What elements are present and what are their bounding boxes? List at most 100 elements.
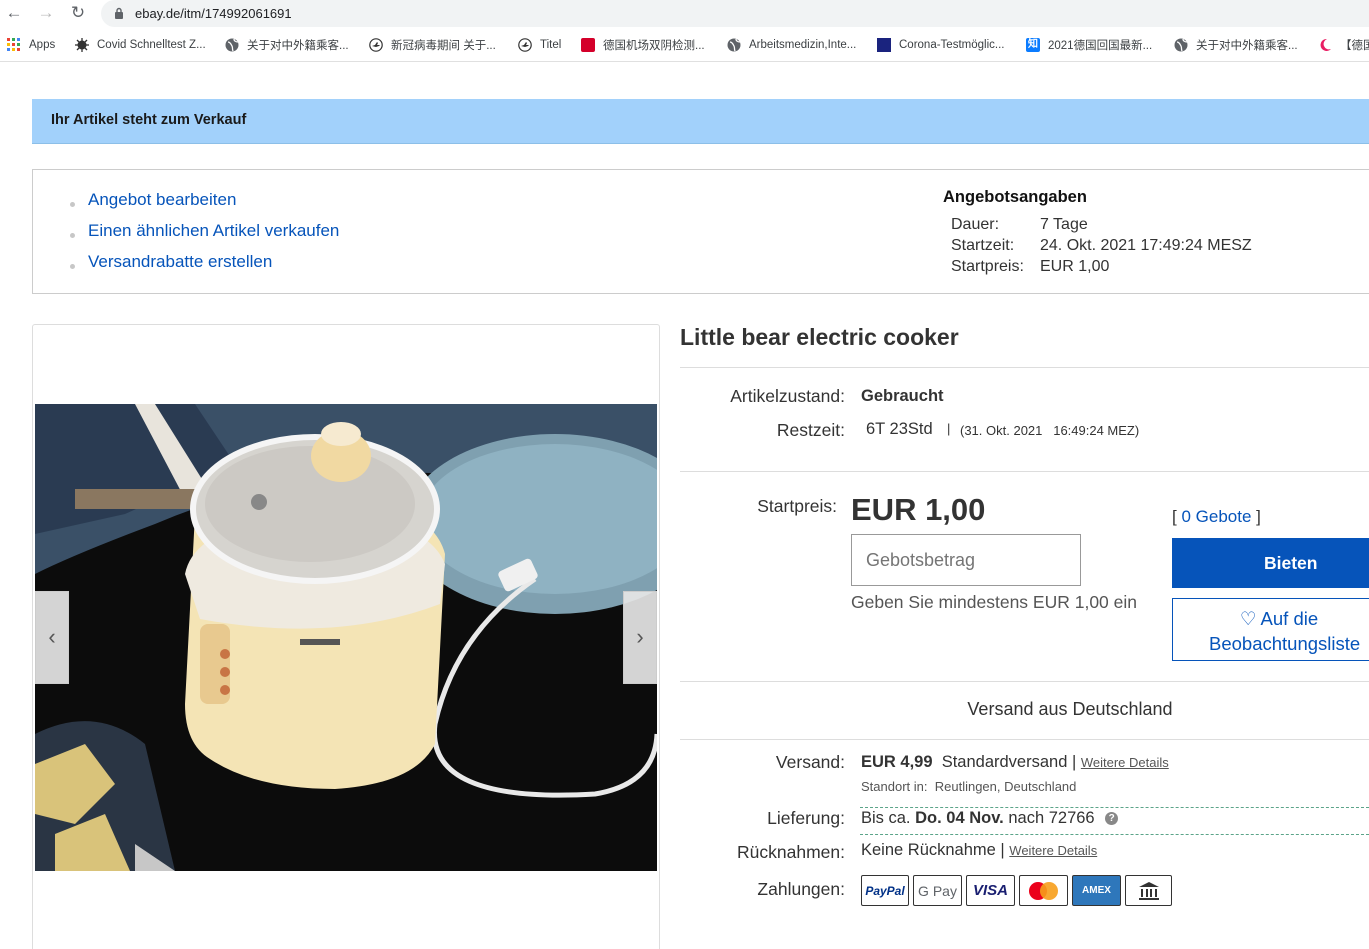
bookmark-label: Titel (540, 39, 562, 51)
bookmark-label: 德国机场双阴检测... (603, 40, 705, 52)
delivery-estimate: Bis ca. Do. 04 Nov. nach 72766 ? (861, 809, 1119, 828)
bid-count: [ 0 Gebote ] (1172, 507, 1261, 527)
sell-similar-link[interactable]: Einen ähnlichen Artikel verkaufen (68, 221, 339, 252)
bookmark-label: 2021德国回国最新... (1048, 40, 1153, 52)
browser-chrome: ← → ↻ ebay.de/itm/174992061691 Apps Covi… (0, 0, 1369, 62)
action-list: Angebot bearbeiten Einen ähnlichen Artik… (68, 190, 339, 283)
visa-icon: VISA (966, 875, 1015, 906)
globe-icon (727, 38, 741, 52)
offer-info-value: 24. Okt. 2021 17:49:24 MESZ (1040, 237, 1252, 254)
bookmark-item[interactable]: 【德国 (1318, 33, 1369, 57)
offer-info: Angebotsangaben Dauer: 7 Tage Startzeit: 2… (943, 188, 1252, 279)
amex-icon: AMEX (1072, 875, 1121, 906)
bookmark-item[interactable]: 关于对中外籍乘客... (1174, 33, 1298, 57)
returns-details-link[interactable]: Weitere Details (1009, 843, 1097, 858)
bookmark-item[interactable]: Corona-Testmöglic... (877, 33, 1004, 57)
returns-label: Rücknahmen: (737, 842, 845, 862)
bookmark-label: 关于对中外籍乘客... (1196, 40, 1298, 52)
bookmark-item[interactable]: Covid Schnelltest Z... (75, 33, 206, 57)
help-icon[interactable]: ? (1105, 812, 1119, 825)
apps-grid-icon (7, 38, 20, 51)
shipping-price: EUR 4,99 (861, 753, 933, 771)
divider (680, 681, 1369, 682)
lock-icon (115, 7, 123, 19)
payment-method-label: AMEX (1082, 885, 1111, 896)
prev-image-button[interactable]: ‹ (35, 591, 69, 684)
time-left-label: Restzeit: (776, 420, 845, 440)
globe-icon (1174, 38, 1188, 52)
bookmarks-bar: Apps Covid Schnelltest Z... 关于对中外籍乘客... … (0, 33, 1369, 57)
seller-actions-panel: Angebot bearbeiten Einen ähnlichen Artik… (32, 169, 1369, 294)
offer-info-value: EUR 1,00 (1040, 258, 1110, 275)
bookmark-label: Apps (29, 39, 56, 51)
bookmark-item[interactable]: 知 2021德国回国最新... (1026, 33, 1152, 57)
start-price: EUR 1,00 (851, 492, 986, 527)
chevron-left-icon: ‹ (48, 624, 56, 649)
image-gallery: ‹ › (32, 324, 660, 949)
payments-label: Zahlungen: (757, 879, 845, 899)
next-image-button[interactable]: › (623, 591, 657, 684)
bank-icon (1138, 881, 1159, 900)
status-banner: Ihr Artikel steht zum Verkauf (32, 99, 1369, 144)
bookmark-item[interactable]: Arbeitsmedizin,Inte... (727, 33, 856, 57)
condition-label: Artikelzustand: (730, 386, 845, 406)
offer-info-label: Startzeit: (951, 237, 1015, 254)
offer-info-label: Startpreis: (951, 258, 1024, 275)
offer-info-row: Startzeit: 24. Okt. 2021 17:49:24 MESZ (943, 237, 1252, 258)
cooker-illustration (35, 404, 657, 871)
airline-icon (369, 38, 383, 52)
product-photo[interactable] (35, 404, 657, 871)
reload-icon[interactable]: ↻ (69, 4, 87, 22)
mastercard-circle (1040, 881, 1058, 900)
offer-info-row: Dauer: 7 Tage (943, 216, 1252, 237)
condition-value: Gebraucht (861, 387, 944, 405)
globe-icon (225, 38, 239, 52)
chevron-right-icon: › (636, 624, 644, 649)
bookmark-item[interactable]: 关于对中外籍乘客... (225, 33, 349, 57)
mastercard-icon (1019, 875, 1068, 906)
edit-listing-link[interactable]: Angebot bearbeiten (68, 190, 339, 221)
bid-hint: Geben Sie mindestens EUR 1,00 ein (851, 592, 1137, 612)
bookmark-item[interactable]: Titel (518, 33, 561, 57)
bookmark-label: 新冠病毒期间 关于... (391, 40, 496, 52)
divider (680, 367, 1369, 368)
back-icon[interactable]: ← (5, 4, 23, 22)
ships-from: Versand aus Deutschland (967, 699, 1173, 719)
bookmark-item[interactable]: 新冠病毒期间 关于... (369, 33, 496, 57)
bookmark-label: Arbeitsmedizin,Inte... (749, 39, 857, 51)
divider (860, 834, 1369, 835)
address-bar[interactable]: ebay.de/itm/174992061691 (101, 0, 1369, 27)
shipping-details-link[interactable]: Weitere Details (1081, 755, 1169, 770)
delivery-label: Lieferung: (767, 808, 845, 828)
shipping-info: EUR 4,99 Standardversand | Weitere Detai… (861, 753, 1169, 772)
moon-icon (1320, 38, 1331, 51)
bid-count-link[interactable]: 0 Gebote (1181, 507, 1251, 526)
bid-amount-input[interactable] (851, 534, 1081, 586)
bookmark-item[interactable]: 德国机场双阴检测... (581, 33, 705, 57)
bookmark-label: 【德国 (1340, 40, 1369, 52)
bookmark-label: Corona-Testmöglic... (899, 39, 1005, 51)
bookmark-apps[interactable]: Apps (7, 33, 55, 57)
offer-info-value: 7 Tage (1040, 216, 1088, 233)
banner-text: Ihr Artikel steht zum Verkauf (51, 112, 247, 128)
news-icon (581, 38, 595, 52)
add-to-watchlist-button[interactable]: ♡ Auf die Beobachtungsliste (1172, 598, 1369, 661)
offer-info-row: Startpreis: EUR 1,00 (943, 258, 1252, 279)
location-value: Reutlingen, Deutschland (934, 779, 1077, 794)
end-time: (31. Okt. 2021 16:49:24 MEZ) (960, 423, 1140, 438)
shipping-type: Standardversand | (941, 753, 1077, 771)
item-location: Standort in: Reutlingen, Deutschland (861, 779, 1076, 794)
payment-method-label: PayPal (865, 883, 905, 898)
payment-method-label: VISA (972, 882, 1008, 899)
url-text: ebay.de/itm/174992061691 (135, 6, 292, 21)
bid-bracket: ] (1256, 507, 1261, 526)
delivery-prefix: Bis ca. (861, 809, 911, 827)
offer-info-label: Dauer: (951, 216, 1000, 233)
paypal-icon: PayPal (861, 875, 909, 906)
place-bid-button[interactable]: Bieten (1172, 538, 1369, 588)
payment-method-label: G Pay (918, 882, 957, 899)
delivery-date: Do. 04 Nov. (915, 809, 1004, 827)
shipping-discounts-link[interactable]: Versandrabatte erstellen (68, 252, 339, 283)
returns-info: Keine Rücknahme | Weitere Details (861, 841, 1097, 860)
forward-icon[interactable]: → (37, 4, 55, 22)
